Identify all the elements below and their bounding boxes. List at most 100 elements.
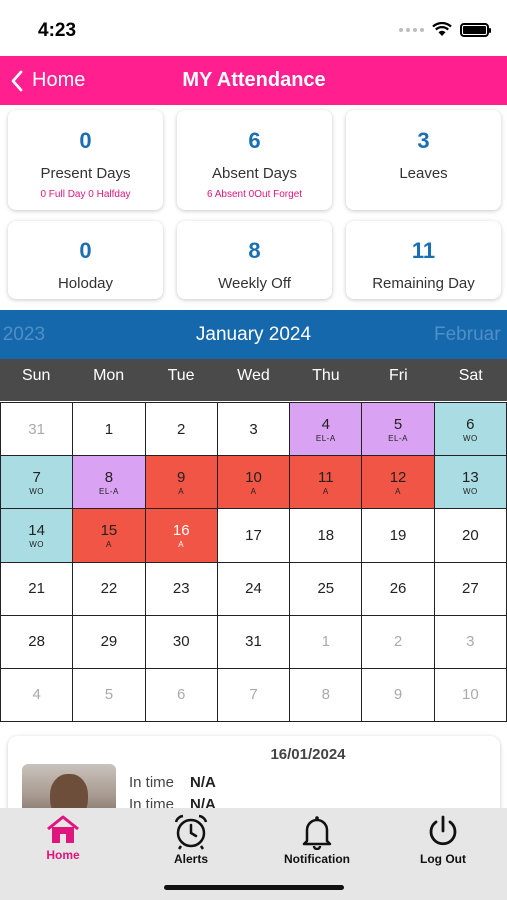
day-number: 11 [317,468,334,486]
calendar-day[interactable]: 14 WO [1,509,74,563]
holiday-label: Holoday [57,275,114,292]
absent-days-breakdown: 6 Absent 0Out Forget [206,189,303,200]
calendar-day[interactable]: 29 [73,615,146,669]
calendar-day[interactable]: 9A [145,456,218,510]
calendar-day[interactable]: 18 [290,509,363,563]
wifi-icon [432,22,452,36]
calendar-day[interactable]: 10 A [217,456,291,510]
tab-log-out[interactable]: Log Out [388,814,498,866]
day-status-code: EL-A [315,433,336,443]
calendar-day[interactable]: 11 A [290,456,363,510]
day-number: 29 [100,633,118,651]
calendar-day[interactable]: 23 [145,562,218,616]
calendar-day[interactable]: 7 WO [1,456,74,510]
calendar-day[interactable]: 12 A [362,456,435,510]
remaining-day-value: 11 [411,238,436,263]
calendar-day[interactable]: 4 [1,668,74,722]
calendar-day[interactable]: 7 [217,668,291,722]
calendar-day[interactable]: 16 A [145,509,218,563]
app-header: Home MY Attendance [0,56,507,105]
day-number: 10 [245,468,262,486]
calendar-day[interactable]: 6 [145,668,218,722]
tab-alerts[interactable]: Alerts [136,814,246,866]
battery-icon [460,22,491,37]
calendar-day[interactable]: 5 [73,668,146,722]
calendar-day[interactable]: 21 [1,562,74,616]
calendar-day[interactable]: 27 [434,562,507,616]
calendar-day[interactable]: 8 [290,668,363,722]
day-status-code: WO [29,539,45,549]
calendar-day[interactable]: 28 [1,615,74,669]
holiday-card[interactable]: 0 Holoday [8,221,163,299]
calendar-day[interactable]: 9 [362,668,435,722]
weekday-mon: Mon [93,367,125,384]
day-status-code: WO [29,486,45,496]
weekly-off-label: Weekly Off [218,275,291,292]
present-days-card[interactable]: 0 Present Days 0 Full Day 0 Halfday [8,110,163,210]
remaining-day-card[interactable]: 11 Remaining Day [346,221,501,299]
calendar-day[interactable]: 15 A [73,509,146,563]
day-number: 14 [28,521,45,539]
day-number: 4 [321,415,330,433]
calendar-day[interactable]: 4 EL-A [290,403,363,457]
day-number: 27 [462,580,479,598]
calendar-day[interactable]: 3 [217,403,291,457]
holiday-value: 0 [79,238,92,263]
calendar-day[interactable]: 10 [434,668,507,722]
next-month[interactable]: Februar [434,310,501,359]
present-days-label: Present Days [40,165,131,182]
calendar-day[interactable]: 20 [434,509,507,563]
tab-notification[interactable]: Notification [262,814,372,866]
day-number: 2 [393,633,403,651]
calendar-day[interactable]: 1 [73,403,146,457]
home-icon [47,815,79,843]
absent-days-card[interactable]: 6 Absent Days 6 Absent 0Out Forget [177,110,332,210]
month-selector[interactable]: ber 2023 January 2024 Februar [0,310,507,359]
cellular-signal-icon [399,27,424,32]
day-number: 15 [100,521,118,539]
day-number: 16 [172,521,190,539]
day-number: 17 [245,526,262,544]
day-number: 25 [317,580,335,598]
calendar-day[interactable]: 26 [362,562,435,616]
day-number: 18 [317,526,335,544]
day-status-code: A [250,486,257,496]
day-number: 2 [177,420,186,438]
day-status-code: A [322,486,329,496]
remaining-day-label: Remaining Day [372,275,475,292]
day-number: 22 [100,580,118,598]
tab-home[interactable]: Home [8,814,118,862]
day-number: 7 [249,686,258,704]
calendar-day[interactable]: 17 [217,509,291,563]
day-number: 21 [28,580,45,598]
calendar-day[interactable]: 31 [1,403,74,457]
tab-home-label: Home [46,848,80,862]
day-number: 23 [172,580,190,598]
calendar-day[interactable]: 13 WO [434,456,507,510]
calendar-day[interactable]: 19 [362,509,435,563]
calendar-day[interactable]: 30 [145,615,218,669]
tab-alerts-label: Alerts [173,852,208,866]
calendar-day[interactable]: 5 EL-A [362,403,435,457]
weekday-sun: Sun [21,367,51,384]
day-number: 3 [249,420,258,438]
calendar-day[interactable]: 2 [145,403,218,457]
leaves-card[interactable]: 3 Leaves [346,110,501,210]
day-number: 6 [177,686,186,704]
calendar-day[interactable]: 8 EL-A [73,456,146,510]
calendar-day[interactable]: 22 [73,562,146,616]
weekly-off-card[interactable]: 8 Weekly Off [177,221,332,299]
day-number: 9 [177,468,186,486]
page-title: MY Attendance [182,69,326,91]
day-status-code: A [395,486,401,496]
weekday-wed: Wed [237,367,270,384]
day-number: 30 [172,633,190,651]
calendar-day[interactable]: 25 [290,562,363,616]
calendar-day[interactable]: 2 [362,615,435,669]
calendar-day[interactable]: 31 [217,615,291,669]
calendar-day[interactable]: 24 [217,562,291,616]
calendar-day[interactable]: 6 WO [434,403,507,457]
day-number: 8 [321,686,330,704]
calendar-day[interactable]: 3 [434,615,507,669]
calendar-day[interactable]: 1 [290,615,363,669]
